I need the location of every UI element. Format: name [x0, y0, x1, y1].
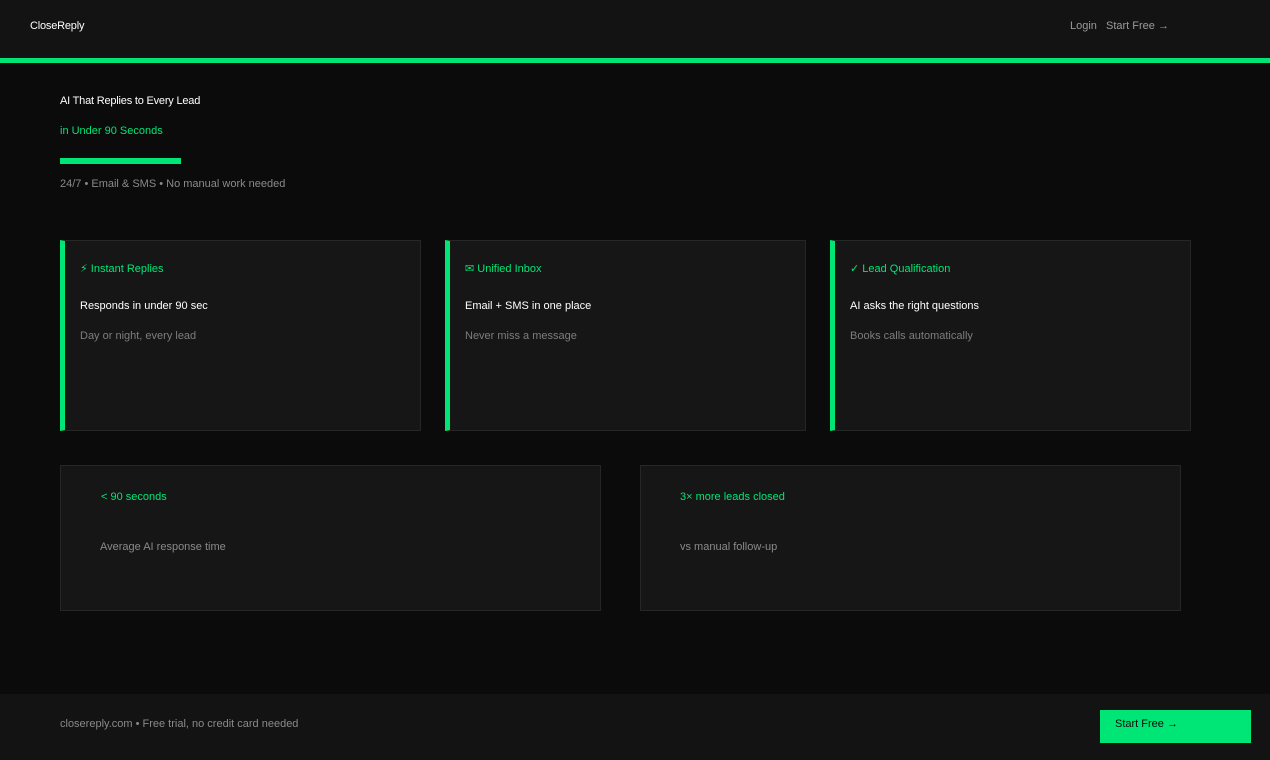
stat-card-response-time: < 90 seconds Average AI response time — [60, 465, 601, 611]
top-nav-bar: CloseReply Login Start Free → — [0, 0, 1270, 58]
feature-description: Books calls automatically — [850, 330, 973, 342]
feature-card-instant-replies: ⚡ Instant Replies Responds in under 90 s… — [60, 240, 421, 431]
hero-title: AI That Replies to Every Lead — [60, 95, 201, 107]
stat-card-leads-closed: 3× more leads closed vs manual follow-up — [640, 465, 1181, 611]
login-link[interactable]: Login — [1070, 20, 1097, 32]
start-free-link[interactable]: Start Free → — [1106, 20, 1169, 32]
feature-title: ✉ Unified Inbox — [465, 263, 542, 275]
feature-heading: AI asks the right questions — [850, 300, 980, 312]
feature-card-lead-qualification: ✓ Lead Qualification AI asks the right q… — [830, 240, 1191, 431]
feature-heading: Responds in under 90 sec — [80, 300, 208, 312]
feature-title: ✓ Lead Qualification — [850, 263, 951, 275]
feature-description: Never miss a message — [465, 330, 577, 342]
stat-label: Average AI response time — [100, 541, 226, 553]
stat-value: 3× more leads closed — [680, 491, 785, 503]
nav-links: Login Start Free → — [1070, 20, 1175, 32]
hero-accent-bar — [60, 158, 181, 164]
hero-subtitle: in Under 90 Seconds — [60, 125, 163, 137]
accent-divider — [0, 58, 1270, 63]
feature-heading: Email + SMS in one place — [465, 300, 592, 312]
feature-card-unified-inbox: ✉ Unified Inbox Email + SMS in one place… — [445, 240, 806, 431]
feature-description: Day or night, every lead — [80, 330, 197, 342]
stat-value: < 90 seconds — [101, 491, 167, 503]
feature-title: ⚡ Instant Replies — [80, 263, 164, 275]
footer-bar: closereply.com • Free trial, no credit c… — [0, 694, 1270, 760]
brand-logo[interactable]: CloseReply — [30, 20, 84, 32]
start-free-button[interactable]: Start Free → — [1100, 710, 1251, 743]
hero-note: 24/7 • Email & SMS • No manual work need… — [60, 178, 286, 190]
stat-label: vs manual follow-up — [680, 541, 778, 553]
footer-text: closereply.com • Free trial, no credit c… — [60, 718, 299, 730]
